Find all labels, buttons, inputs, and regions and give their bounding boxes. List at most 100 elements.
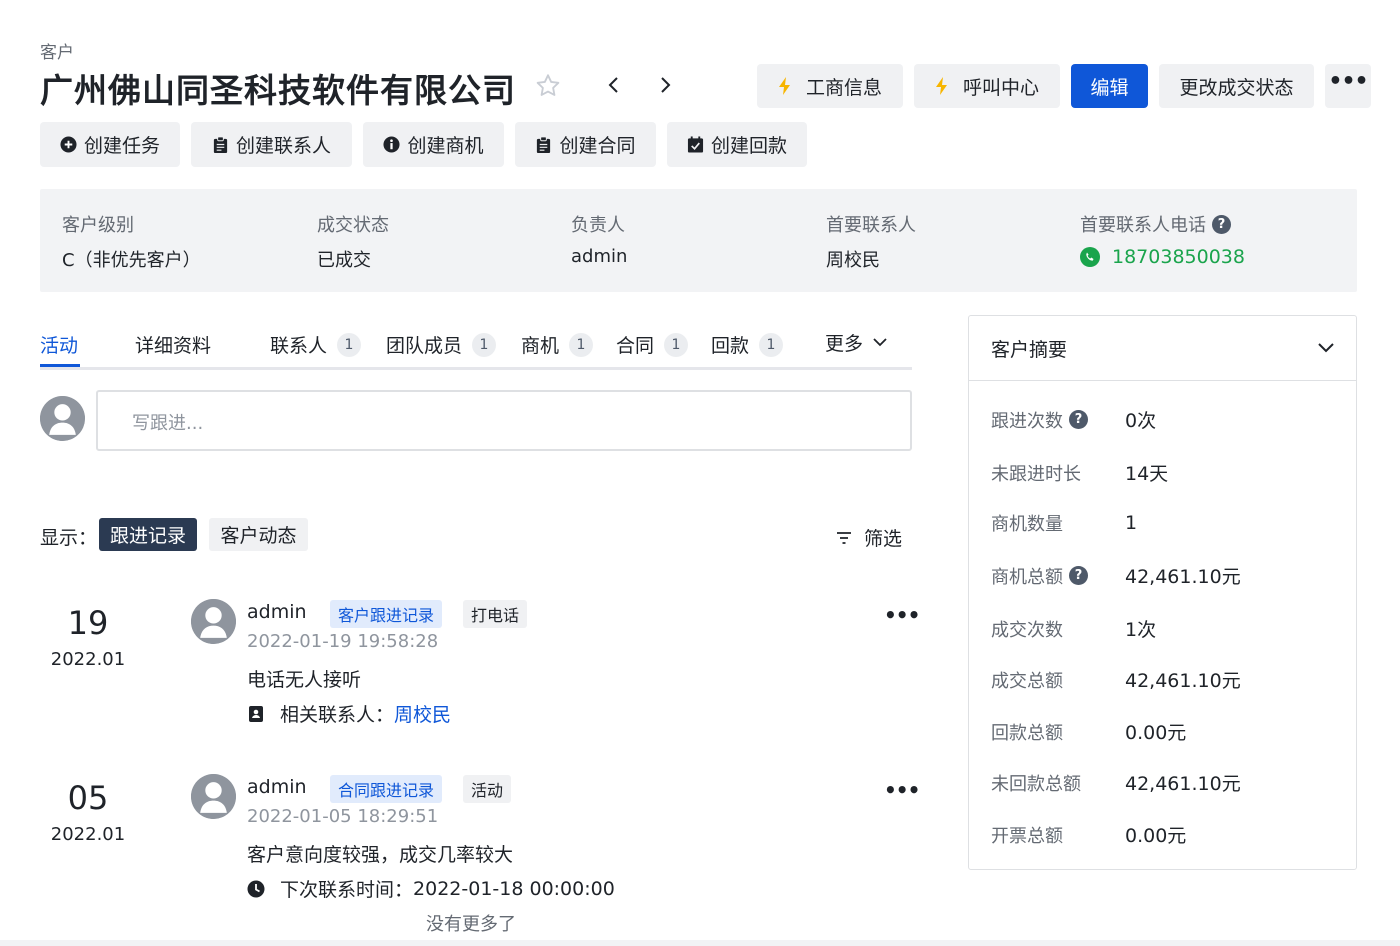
summary-key: 跟进次数	[991, 410, 1063, 432]
level-label: 客户级别	[62, 215, 134, 236]
related-contact-label: 相关联系人：	[280, 704, 395, 726]
entry-month: 2022.01	[50, 649, 126, 670]
create-contract-label: 创建合同	[559, 135, 636, 157]
active-tab-indicator	[40, 364, 80, 367]
create-payment-button[interactable]: 创建回款	[667, 122, 807, 167]
entry-timestamp: 2022-01-05 18:29:51	[247, 806, 439, 827]
summary-key: 成交总额	[991, 670, 1063, 692]
followup-records-toggle[interactable]: 跟进记录	[99, 518, 197, 551]
primary-phone-value[interactable]: 18703850038	[1112, 246, 1245, 268]
level-value: C（非优先客户）	[62, 250, 201, 271]
help-icon[interactable]: ?	[1212, 214, 1231, 234]
summary-value: 0.00元	[1125, 825, 1187, 847]
customer-summary-card: 客户摘要 跟进次数? 0次 未跟进时长 14天 商机数量 1 商机总额? 42,…	[968, 315, 1357, 870]
entry-type-tag: 客户跟进记录	[330, 600, 443, 628]
primary-contact-label: 首要联系人	[826, 215, 916, 236]
chevron-left-icon[interactable]	[599, 70, 629, 100]
entry-more-button[interactable]: •••	[884, 778, 920, 802]
entry-method-tag: 打电话	[463, 600, 528, 628]
tab-team-label: 团队成员	[386, 335, 463, 357]
clock-icon	[247, 880, 265, 897]
create-task-label: 创建任务	[83, 135, 160, 157]
tab-details[interactable]: 详细资料	[135, 331, 211, 358]
page-bottom-edge	[0, 940, 1400, 946]
business-info-button[interactable]: 工商信息	[757, 64, 903, 108]
help-icon[interactable]: ?	[1069, 410, 1088, 429]
summary-row: 回款总额 0.00元	[991, 718, 1186, 745]
entry-timestamp: 2022-01-19 19:58:28	[247, 631, 439, 652]
entry-type-tag: 合同跟进记录	[330, 775, 443, 803]
primary-contact-value[interactable]: 周校民	[826, 246, 916, 272]
filter-icon	[837, 531, 851, 544]
summary-value: 0次	[1125, 410, 1157, 432]
help-icon[interactable]: ?	[1069, 566, 1088, 585]
chevron-down-icon	[873, 338, 887, 347]
summary-key: 未跟进时长	[991, 463, 1081, 485]
summary-value: 42,461.10元	[1125, 773, 1241, 795]
user-avatar-icon	[191, 774, 236, 819]
status-label: 成交状态	[317, 215, 389, 236]
tab-opportunities[interactable]: 商机 1	[521, 331, 594, 358]
entry-author: admin	[247, 776, 307, 798]
breadcrumb[interactable]: 客户	[40, 38, 74, 63]
tab-payments[interactable]: 回款 1	[711, 331, 784, 358]
tab-contracts-count: 1	[664, 332, 689, 357]
business-info-label: 工商信息	[805, 76, 882, 99]
change-status-button[interactable]: 更改成交状态	[1159, 64, 1314, 108]
no-more-text: 没有更多了	[426, 914, 516, 935]
tab-contracts-label: 合同	[616, 335, 655, 357]
create-task-button[interactable]: 创建任务	[40, 122, 180, 167]
customer-dynamics-toggle[interactable]: 客户动态	[209, 518, 308, 551]
calendar-check-icon	[687, 136, 704, 153]
call-center-button[interactable]: 呼叫中心	[914, 64, 1060, 108]
contact-card-icon	[249, 705, 263, 722]
summary-value: 14天	[1125, 463, 1169, 485]
primary-phone-label: 首要联系人电话 ?	[1080, 211, 1245, 237]
create-opportunity-button[interactable]: 创建商机	[363, 122, 504, 167]
chevron-right-icon[interactable]	[650, 70, 680, 100]
summary-row: 跟进次数? 0次	[991, 406, 1156, 433]
followup-input[interactable]: 写跟进...	[96, 390, 912, 451]
entry-day: 19	[67, 604, 109, 642]
create-contact-button[interactable]: 创建联系人	[191, 122, 352, 167]
tab-contracts[interactable]: 合同 1	[616, 331, 689, 358]
summary-row: 成交次数 1次	[991, 615, 1156, 642]
edit-button[interactable]: 编辑	[1071, 64, 1148, 108]
entry-month: 2022.01	[50, 824, 126, 845]
more-actions-button[interactable]: •••	[1325, 64, 1371, 108]
entry-content: 客户意向度较强，成交几率较大	[247, 844, 514, 866]
display-label: 显示：	[40, 527, 98, 549]
tab-more[interactable]: 更多	[825, 329, 887, 356]
tab-team-count: 1	[472, 332, 497, 357]
entry-content: 电话无人接听	[247, 669, 362, 691]
phone-icon[interactable]	[1080, 247, 1100, 267]
entry-method-tag: 活动	[463, 775, 512, 803]
tab-opportunities-label: 商机	[521, 335, 560, 357]
tab-activity[interactable]: 活动	[40, 331, 78, 358]
tab-team[interactable]: 团队成员 1	[386, 331, 497, 358]
summary-row: 未回款总额 42,461.10元	[991, 769, 1241, 796]
chevron-down-icon[interactable]	[1318, 343, 1334, 353]
tab-details-label: 详细资料	[135, 335, 212, 357]
customer-info-panel: 客户级别 C（非优先客户） 成交状态 已成交 负责人 admin 首要联系人 周…	[40, 189, 1357, 292]
star-icon[interactable]	[534, 72, 562, 100]
entry-next-contact: 下次联系时间： 2022-01-18 00:00:00	[247, 875, 615, 902]
tab-contacts[interactable]: 联系人 1	[270, 331, 362, 358]
create-contract-button[interactable]: 创建合同	[515, 122, 656, 167]
summary-key: 回款总额	[991, 722, 1063, 744]
owner-label: 负责人	[571, 215, 625, 236]
detail-tabs: 活动 详细资料 联系人 1 团队成员 1 商机 1 合同 1 回款 1 更多	[40, 325, 912, 370]
summary-header[interactable]: 客户摘要	[969, 316, 1356, 381]
lightning-icon	[778, 77, 790, 95]
primary-phone-row[interactable]: 18703850038	[1080, 246, 1245, 268]
summary-key: 开票总额	[991, 825, 1063, 847]
summary-key: 未回款总额	[991, 773, 1081, 795]
entry-more-button[interactable]: •••	[884, 603, 920, 627]
summary-value: 42,461.10元	[1125, 566, 1241, 588]
related-contact-link[interactable]: 周校民	[394, 700, 451, 727]
tab-contacts-label: 联系人	[270, 335, 328, 357]
summary-value: 1次	[1125, 619, 1157, 641]
summary-row: 商机总额? 42,461.10元	[991, 562, 1241, 589]
create-contact-label: 创建联系人	[235, 135, 331, 157]
filter-button[interactable]: 筛选	[836, 524, 902, 551]
